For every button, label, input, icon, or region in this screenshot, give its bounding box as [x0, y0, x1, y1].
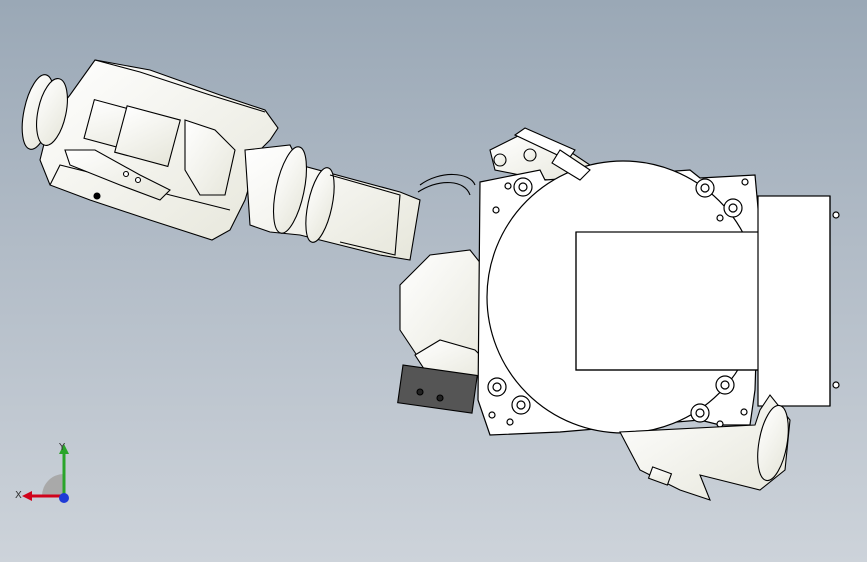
x-axis-arrowhead	[22, 491, 32, 501]
x-axis-label: X	[15, 490, 22, 501]
upper-arm-tube[interactable]	[244, 144, 476, 261]
z-axis-dot	[59, 493, 69, 503]
y-axis-label: Y	[58, 442, 66, 453]
wrist-assembly[interactable]	[16, 59, 279, 241]
base-flange-plate[interactable]	[477, 160, 840, 436]
cad-viewport[interactable]	[0, 0, 867, 562]
triad-plane-indicator	[42, 474, 64, 496]
view-orientation-triad: Y X	[15, 442, 69, 503]
